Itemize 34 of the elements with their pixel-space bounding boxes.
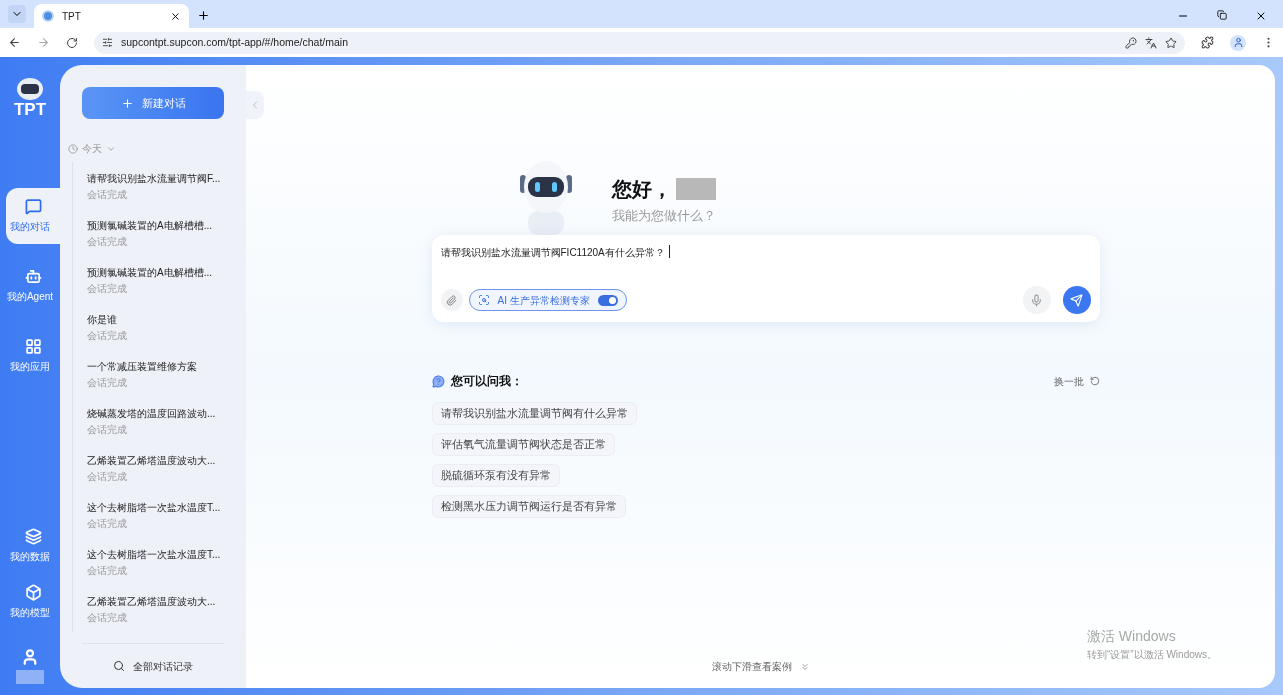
subtitle: 我能为您做什么？ <box>611 206 716 225</box>
new-chat-button[interactable]: 新建对话 <box>82 87 224 119</box>
conversation-item[interactable]: 这个去树脂塔一次盐水温度T... 会话完成 <box>73 538 238 585</box>
nav-item[interactable]: 我的Agent <box>6 258 60 314</box>
refresh-link[interactable]: 换一批 <box>1053 373 1084 389</box>
conversation-item[interactable]: 乙烯装置乙烯塔温度波动大... 会话完成 <box>73 444 238 491</box>
conversation-item[interactable]: 预测氯碱装置的A电解槽槽... 会话完成 <box>73 256 238 303</box>
activation-text: 转到“设置”以激活 Windows。 <box>1087 648 1217 662</box>
conversation-item[interactable]: 一个常减压装置维修方案 会话完成 <box>73 350 238 397</box>
suggestion-chip[interactable]: 检测黑水压力调节阀运行是否有异常 <box>431 495 626 518</box>
activation-title: 激活 Windows <box>1087 627 1177 646</box>
suggestions-title: 您可以问我： <box>450 373 523 390</box>
message-input[interactable]: 请帮我识别盐水流量调节阀FIC1120A有什么异常？ <box>440 245 665 260</box>
agent-chip[interactable]: AI 生产异常检测专家 <box>468 289 627 311</box>
all-history-link[interactable]: 全部对话记录 <box>68 644 238 688</box>
conversation-item[interactable]: 这个去树脂塔一次盐水温度T... 会话完成 <box>73 491 238 538</box>
conversation-item[interactable]: 你是谁 会话完成 <box>73 303 238 350</box>
conversation-item[interactable]: 乙烯装置乙烯塔温度波动大... 会话完成 <box>73 585 238 632</box>
browser-tab[interactable]: TPT <box>34 4 189 28</box>
scroll-hint: 滚动下滑查看案例 <box>711 660 792 674</box>
greeting: 您好， <box>611 176 672 202</box>
logo-text: TPT <box>13 101 47 118</box>
tab-title: TPT <box>62 9 82 24</box>
suggestion-chip[interactable]: 脱硫循环泵有没有异常 <box>431 464 560 487</box>
conversation-item[interactable]: 请帮我识别盐水流量调节阀F... 会话完成 <box>73 162 238 209</box>
nav-item[interactable]: 我的应用 <box>6 328 60 384</box>
address-bar[interactable]: supcontpt.supcon.com/tpt-app/#/home/chat/main <box>94 31 1185 54</box>
suggestion-chip[interactable]: 评估氧气流量调节阀状态是否正常 <box>431 433 615 456</box>
nav-item[interactable]: 我的模型 <box>6 574 60 630</box>
nav-item[interactable]: 我的数据 <box>6 518 60 574</box>
conversation-item[interactable]: 烧碱蒸发塔的温度回路波动... 会话完成 <box>73 397 238 444</box>
conversation-item[interactable]: 预测氯碱装置的A电解槽槽... 会话完成 <box>73 209 238 256</box>
nav-item[interactable]: 我的对话 <box>6 188 60 244</box>
suggestion-chip[interactable]: 请帮我识别盐水流量调节阀有什么异常 <box>431 402 637 425</box>
